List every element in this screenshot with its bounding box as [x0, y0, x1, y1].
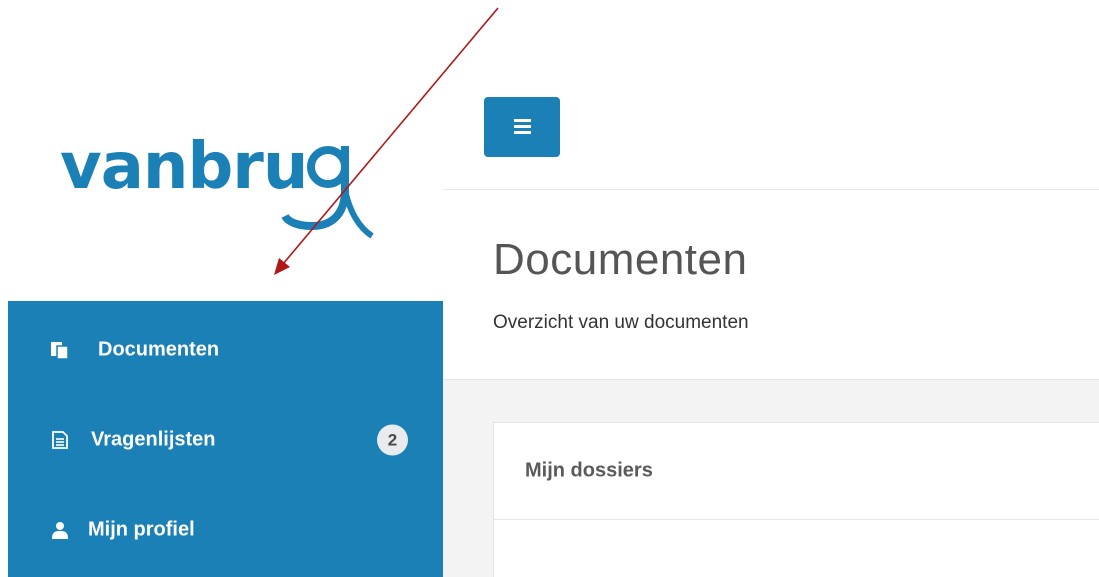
documents-icon	[51, 341, 69, 360]
page-title: Documenten	[493, 235, 748, 284]
page-subtitle: Overzicht van uw documenten	[493, 312, 749, 333]
questionnaire-icon	[51, 431, 69, 449]
sidebar-item-documenten[interactable]: Documenten	[8, 305, 443, 395]
sidebar: Documenten Vragenlijsten 2 Mijn profiel	[8, 301, 443, 577]
sidebar-item-label: Mijn profiel	[88, 518, 195, 541]
menu-toggle-button[interactable]	[484, 97, 560, 157]
card-header: Mijn dossiers	[494, 423, 1099, 520]
header-divider	[443, 189, 1099, 190]
sidebar-item-label: Documenten	[98, 338, 220, 361]
card-title: Mijn dossiers	[525, 459, 653, 482]
vanbrug-logo: vanbru	[60, 130, 374, 239]
user-icon	[51, 521, 69, 539]
sidebar-item-vragenlijsten[interactable]: Vragenlijsten 2	[8, 395, 443, 485]
svg-text:vanbru: vanbru	[60, 130, 307, 204]
dossiers-card: Mijn dossiers	[493, 422, 1099, 577]
notification-badge: 2	[377, 424, 408, 456]
app-window: vanbru Documenten Vragenlijsten 2 Mijn p…	[0, 0, 1099, 577]
sidebar-item-label: Vragenlijsten	[91, 428, 216, 451]
sidebar-item-mijn-profiel[interactable]: Mijn profiel	[8, 485, 443, 575]
